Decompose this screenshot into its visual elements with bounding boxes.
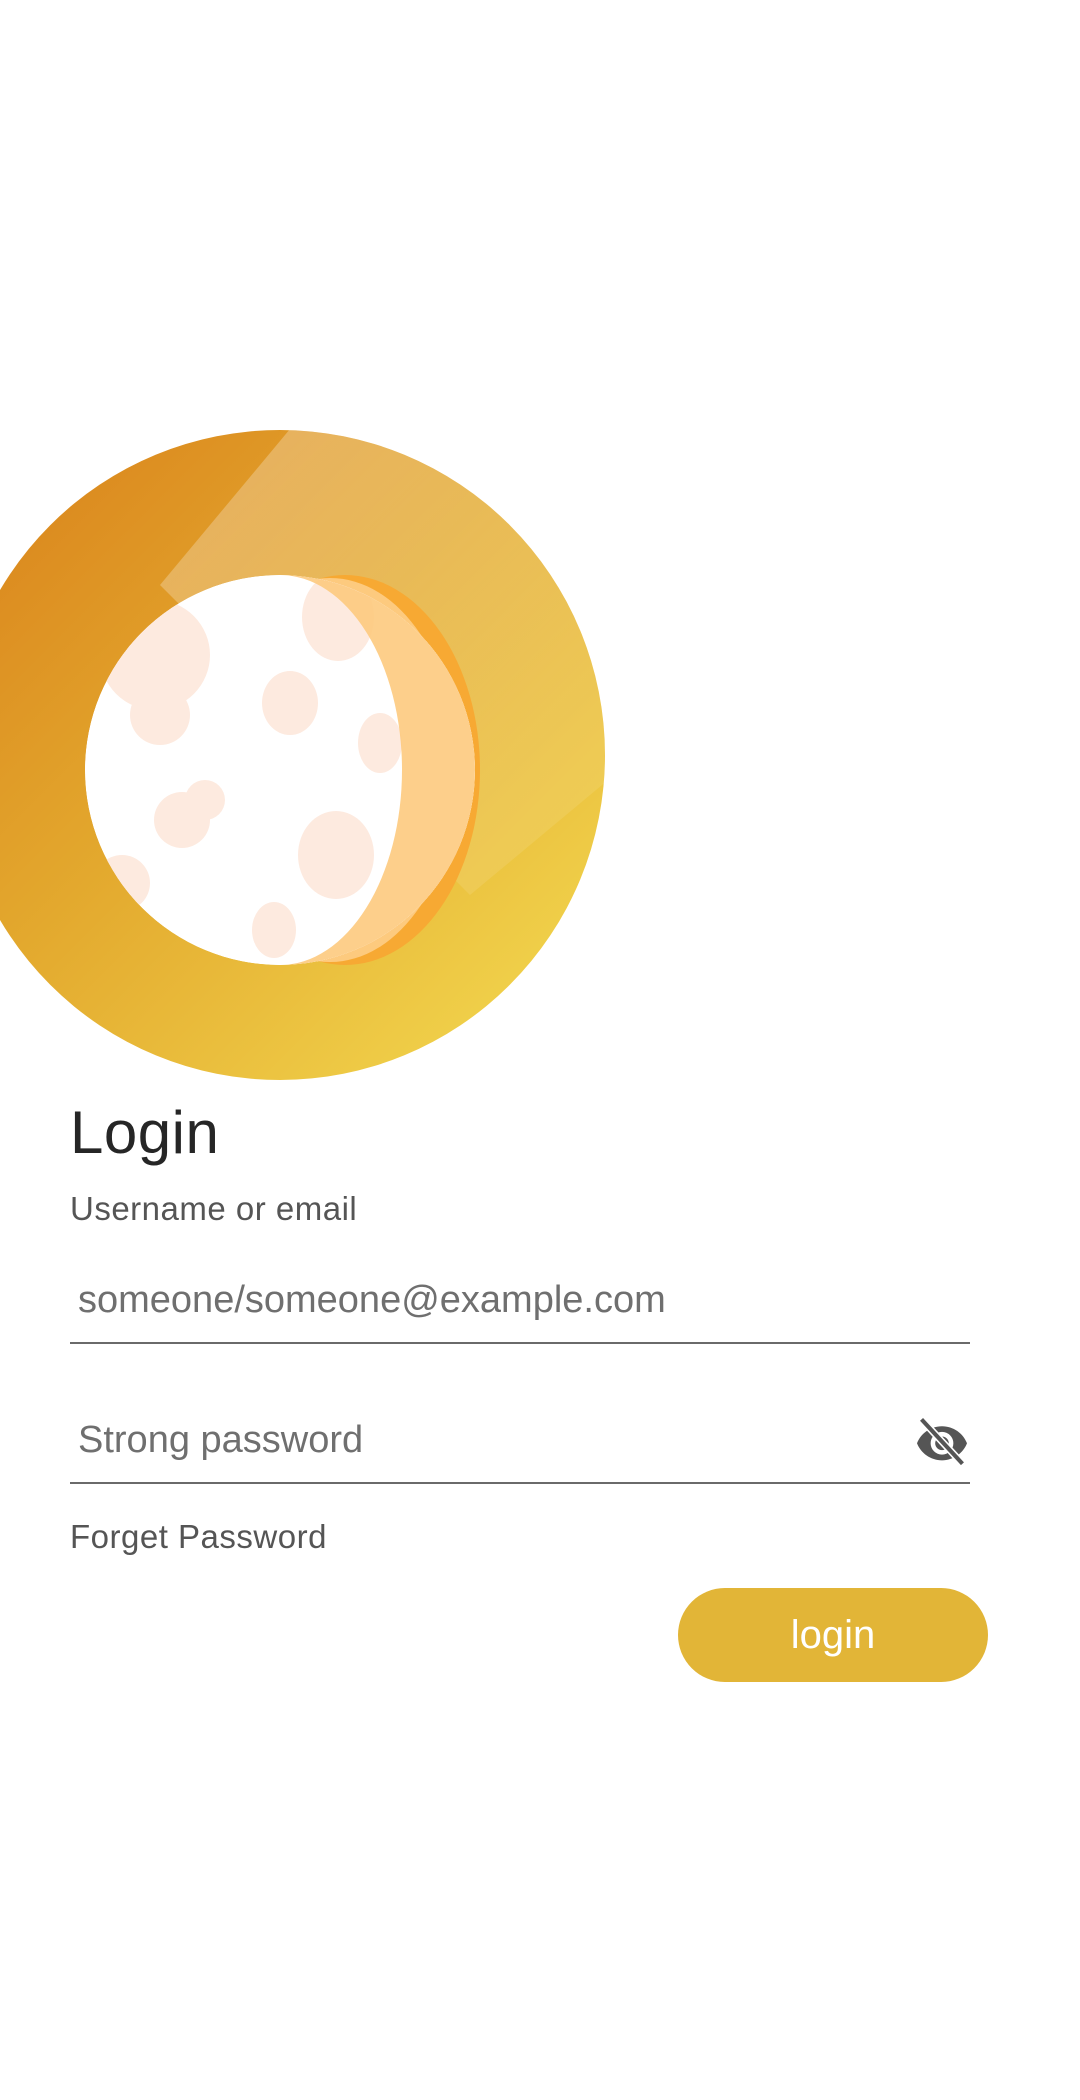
username-label: Username or email: [70, 1190, 358, 1227]
forgot-password-link[interactable]: Forget Password: [70, 1518, 327, 1556]
username-input[interactable]: [70, 1258, 970, 1342]
eye-off-icon[interactable]: [914, 1416, 970, 1466]
password-input[interactable]: [70, 1398, 970, 1482]
page-title: Login: [70, 1099, 220, 1166]
login-screen: Login Username or email Forget Password …: [0, 0, 1080, 2100]
moon-logo: [0, 425, 610, 1085]
password-field-wrapper: [70, 1398, 970, 1484]
login-button[interactable]: login: [678, 1588, 988, 1682]
username-field-wrapper: [70, 1258, 970, 1344]
